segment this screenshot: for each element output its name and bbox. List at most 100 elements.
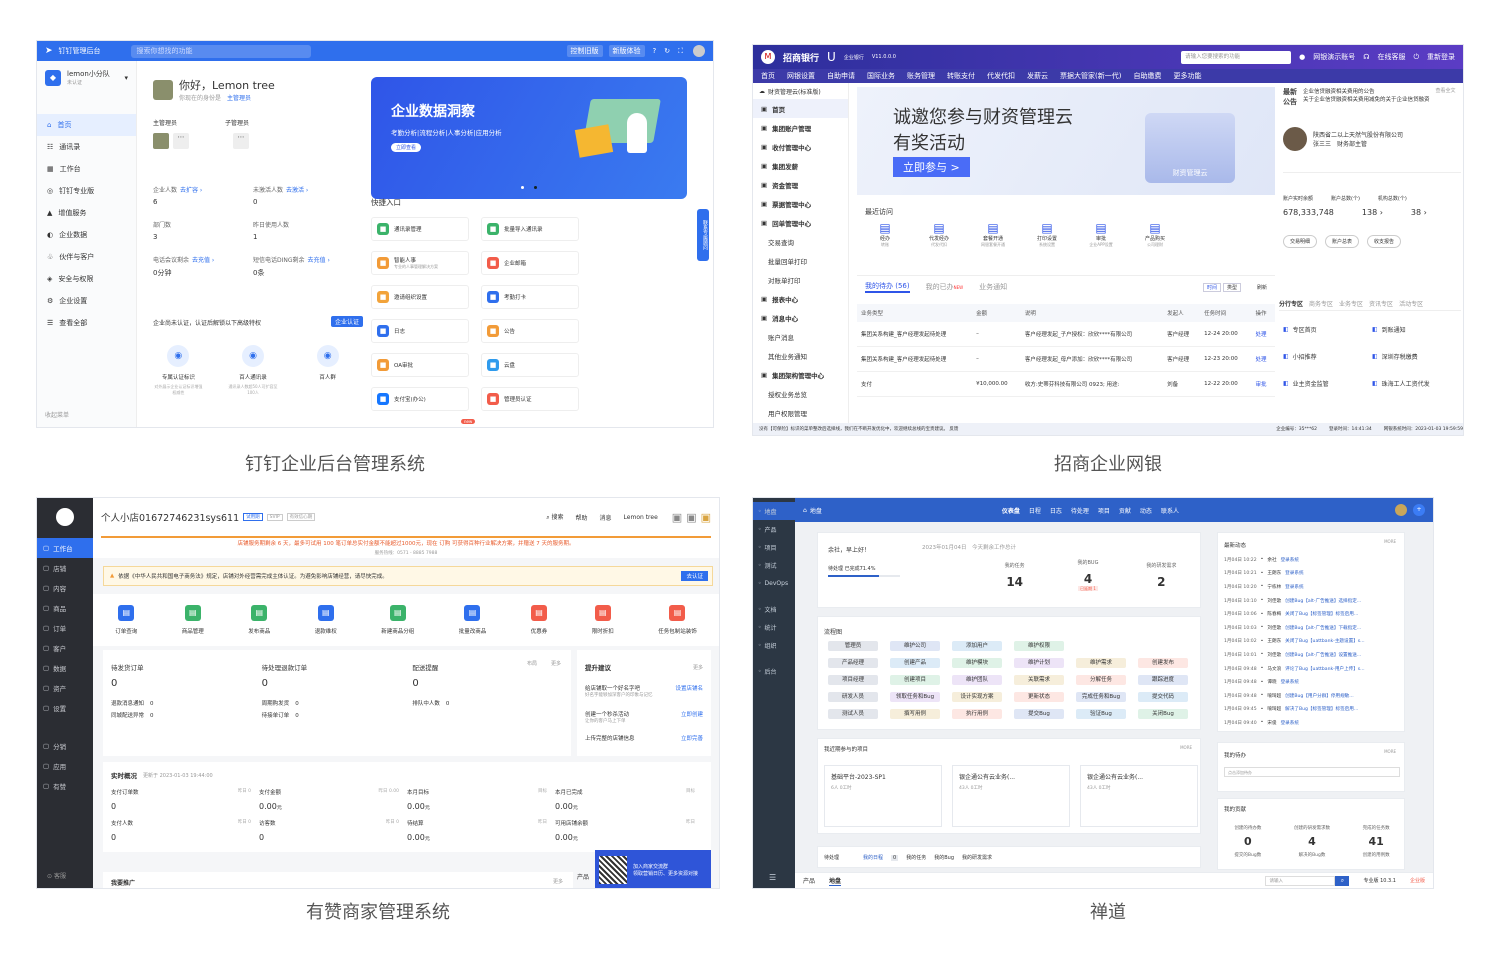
bottom-tab-home[interactable]: 地盘 — [829, 876, 842, 886]
flow-step[interactable]: 撰写用例 — [890, 709, 940, 719]
activity-row[interactable]: 1月04日 10:22 • 余社 登录系统 — [1224, 553, 1402, 567]
recent-item[interactable]: ▤ 打印设置 系统设置 — [1027, 221, 1067, 248]
customer-service[interactable]: ⊙ 客服 — [47, 871, 66, 880]
search-icon[interactable]: ⌕ — [1335, 875, 1350, 886]
banner-button[interactable]: 立即查看 — [391, 143, 422, 152]
more-link[interactable]: MORE — [1384, 539, 1396, 544]
more-icon[interactable]: ⋯ — [233, 133, 249, 149]
join-button[interactable]: 立即参与 > — [893, 157, 970, 177]
report-button[interactable]: 收支报告 — [1367, 235, 1402, 248]
notice-item[interactable]: 关于企业信贷融资相关费用减免的关于企业信贷融资 — [1303, 95, 1430, 103]
menu-security[interactable]: ◈ 安全与权限 — [37, 268, 136, 290]
service-link[interactable]: 在线客服 — [1377, 52, 1405, 62]
group-promo[interactable]: 加入商家交流群 领取营销日历、更多资源对接 — [595, 850, 711, 888]
suggestion-link[interactable]: 设置店铺名 — [675, 684, 703, 692]
tab-notice[interactable]: 业务通知 — [979, 282, 1007, 292]
suggestion-link[interactable]: 立即完善 — [681, 734, 703, 742]
side-item[interactable]: ◦ 文档 — [753, 600, 795, 618]
side-item[interactable]: ▢ 应用 — [37, 756, 93, 776]
flow-step[interactable]: 维护需求 — [1076, 658, 1126, 668]
menu-home[interactable]: ⌂ 首页 — [37, 114, 136, 136]
more-link[interactable]: 更多 — [693, 664, 703, 671]
nav-item[interactable]: 票据大管家(新一代) — [1060, 71, 1121, 81]
cell-op[interactable]: 处理 — [1252, 347, 1276, 372]
menu-settings[interactable]: ⚙ 企业设置 — [37, 290, 136, 312]
todo-sub-row[interactable]: 待接单订单 0 — [262, 711, 413, 719]
cell-op[interactable]: 处理 — [1252, 322, 1276, 347]
activity-row[interactable]: 1月04日 09:40 • 宋俊 登录系统 — [1224, 716, 1402, 730]
table-row[interactable]: 支付 ¥10,000.00 收方:史蒂芬科技有限公司 0923; 用途: 刘备 12-2… — [857, 372, 1275, 397]
nav-item[interactable]: 代发代扣 — [987, 71, 1015, 81]
tab-tasks[interactable]: 我的任务 — [906, 854, 926, 861]
quick-entry[interactable]: ■ 批量导入通讯录 — [481, 217, 579, 241]
side-item[interactable]: ▢ 客户 — [37, 638, 93, 658]
side-item[interactable]: 批量回单打印 — [753, 251, 848, 270]
table-row[interactable]: 集团关系构建_客户经理发起待处理 – 客户经理发起_子户授权：欣欣****有限公司 客… — [857, 322, 1275, 347]
side-item[interactable]: ▢ 分销 — [37, 736, 93, 756]
side-item[interactable]: ▣ 集团发薪 — [753, 156, 848, 175]
nav-item[interactable]: 更多功能 — [1173, 71, 1201, 81]
activity-row[interactable]: 1月04日 10:02 • 王朗东 关闭了Bug【uattbank-主题设置】s... — [1224, 635, 1402, 649]
more-link[interactable]: 更多 — [553, 878, 563, 885]
help-link[interactable]: 帮助 — [576, 513, 588, 522]
top-tab[interactable]: 贡献 — [1119, 506, 1131, 515]
notice-more[interactable]: 查看全文 — [1436, 87, 1456, 94]
stat-link[interactable]: 去充值 › — [308, 257, 330, 264]
flow-step[interactable]: 领取任务和Bug — [890, 692, 940, 702]
flow-step[interactable]: 关闭Bug — [1138, 709, 1188, 719]
flow-step[interactable]: 执行用例 — [952, 709, 1002, 719]
message-link[interactable]: 消息 — [600, 513, 612, 522]
activity-row[interactable]: 1月04日 10:01 • 刘佳歌 创建Bug【alt-广告推送】设置推送... — [1224, 648, 1402, 662]
menu-contacts[interactable]: ☷ 通讯录 — [37, 136, 136, 158]
side-item[interactable]: ▣ 集团架构管理中心 — [753, 365, 848, 384]
recent-item[interactable]: ▤ 经办 转账 — [865, 221, 905, 248]
expand-icon[interactable]: ⛶ — [678, 47, 683, 56]
more-link[interactable]: MORE — [1384, 749, 1396, 754]
side-item[interactable]: ▣ 回单管理中心 — [753, 213, 848, 232]
flow-step[interactable]: 创建发布 — [1138, 658, 1188, 668]
refresh-button[interactable]: 刷新 — [1257, 284, 1267, 291]
side-item[interactable]: ▢ 资产 — [37, 678, 93, 698]
org-switcher[interactable]: ◆ lemon小分队 未认证 ▾ — [37, 61, 136, 94]
side-item[interactable]: ▢ 商品 — [37, 598, 93, 618]
menu-icon[interactable]: ☰ — [769, 873, 776, 882]
enterprise-link[interactable]: 企业版 — [1410, 877, 1425, 884]
side-item[interactable]: ▣ 收付管理中心 — [753, 137, 848, 156]
org-count[interactable]: 38 › — [1411, 208, 1427, 217]
todo-sub-row[interactable]: 退款消息通知 0 — [111, 699, 262, 707]
tab-todo[interactable]: 我的待办 (56) — [865, 281, 910, 293]
top-tab[interactable]: 日志 — [1050, 506, 1062, 515]
side-item[interactable]: ◦ DevOps — [753, 574, 795, 592]
zone-item[interactable]: ◧ 深圳存税缴费 — [1372, 352, 1461, 361]
side-item[interactable]: ▣ 资金管理 — [753, 175, 848, 194]
suggestion-link[interactable]: 立即创建 — [681, 710, 703, 718]
quick-icon-item[interactable]: ▤ 商品管理 — [182, 605, 204, 635]
side-item[interactable]: ▣ 消息中心 — [753, 308, 848, 327]
flow-step[interactable]: 更新状态 — [1014, 692, 1064, 702]
flow-step[interactable]: 维护公司 — [890, 641, 940, 651]
top-tab[interactable]: 日程 — [1029, 506, 1041, 515]
zone-item[interactable]: ◧ 小招推荐 — [1283, 352, 1372, 361]
flow-step[interactable]: 创建项目 — [890, 675, 940, 685]
store-icon[interactable]: ▣ — [672, 511, 682, 524]
nav-item[interactable]: 自助申请 — [827, 71, 855, 81]
flow-step[interactable]: 添加用户 — [952, 641, 1002, 651]
quick-icon-item[interactable]: ▤ 新建商品分组 — [381, 605, 414, 635]
search-link[interactable]: ⌕ 搜索 — [546, 512, 563, 522]
recent-item[interactable]: ▤ 套餐开通 网银套餐开通 — [973, 221, 1013, 248]
flow-step[interactable]: 维护团队 — [952, 675, 1002, 685]
refresh-icon[interactable]: ↻ — [664, 47, 670, 55]
more-link[interactable]: MORE — [1180, 745, 1192, 750]
tab-bugs[interactable]: 我的Bug — [934, 854, 954, 861]
help-icon[interactable]: ? — [653, 47, 657, 55]
side-item[interactable]: ◦ 统计 — [753, 618, 795, 636]
side-item[interactable]: ▢ 工作台 — [37, 538, 93, 558]
more-link[interactable]: 更多 — [551, 660, 561, 667]
verify-button[interactable]: 去认证 — [681, 571, 708, 581]
side-item[interactable]: ◦ 项目 — [753, 538, 795, 556]
tab-schedule[interactable]: 我的日程 — [863, 854, 883, 861]
menu-partners[interactable]: ♧ 伙伴与客户 — [37, 246, 136, 268]
stat-link[interactable]: 去扩容 › — [180, 187, 202, 194]
side-item[interactable]: ▣ 票据管理中心 — [753, 194, 848, 213]
quick-entry[interactable]: ■ 邀请组织设置 — [371, 285, 469, 309]
